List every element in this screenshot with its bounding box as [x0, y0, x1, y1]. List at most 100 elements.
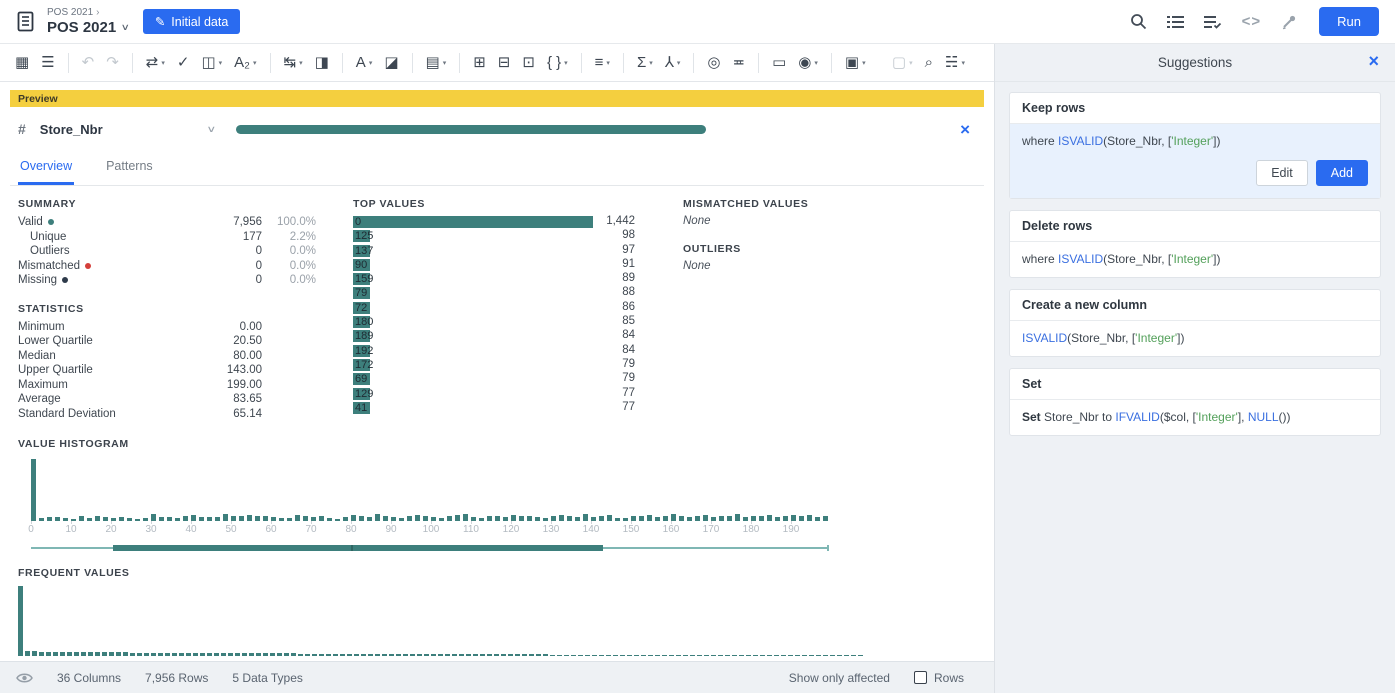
frequent-value-bar[interactable]: [123, 652, 128, 656]
frequent-value-bar[interactable]: [298, 654, 303, 656]
join-icon-button[interactable]: ⅄▾: [660, 51, 686, 75]
close-column-button[interactable]: ×: [960, 121, 970, 138]
settings-sliders-icon-button[interactable]: ☵▾: [940, 51, 970, 75]
data-quality-bar[interactable]: [236, 125, 706, 134]
suggestion-card[interactable]: Create a new columnISVALID(Store_Nbr, ['…: [1009, 289, 1381, 357]
aggregate-icon-button[interactable]: Σ▾: [632, 51, 658, 75]
frequent-value-bar[interactable]: [158, 653, 163, 656]
histogram-bar[interactable]: [583, 514, 588, 521]
frequent-value-bar[interactable]: [732, 655, 737, 656]
frequent-value-bar[interactable]: [837, 655, 842, 656]
histogram-bar[interactable]: [151, 514, 156, 521]
frequent-value-bar[interactable]: [207, 653, 212, 656]
extract-icon-button[interactable]: ◨: [310, 51, 334, 75]
frequent-value-bar[interactable]: [571, 655, 576, 656]
pivot-icon-button[interactable]: ⊞: [468, 51, 491, 75]
frequent-value-bar[interactable]: [781, 655, 786, 656]
top-value-row[interactable]: 12598: [353, 229, 649, 243]
frequent-value-bar[interactable]: [81, 652, 86, 656]
frequent-value-bar[interactable]: [263, 653, 268, 656]
frequent-value-bar[interactable]: [459, 654, 464, 656]
frequent-value-bar[interactable]: [46, 652, 51, 656]
frequent-value-bar[interactable]: [53, 652, 58, 656]
frequent-value-bar[interactable]: [319, 654, 324, 656]
unpivot-icon-button[interactable]: ⊟: [493, 51, 516, 75]
top-value-row[interactable]: 19284: [353, 344, 649, 358]
frequent-value-bar[interactable]: [417, 654, 422, 656]
frequent-value-bar[interactable]: [606, 655, 611, 656]
summary-row[interactable]: Unique1772.2%: [18, 230, 316, 245]
code-icon[interactable]: <>: [1242, 13, 1262, 30]
compare-icon-button[interactable]: ≖: [728, 51, 751, 75]
top-value-row[interactable]: 01,442: [353, 215, 649, 229]
text-format-icon-button[interactable]: A▾: [351, 51, 378, 75]
top-value-row[interactable]: 7988: [353, 286, 649, 300]
frequent-value-bar[interactable]: [424, 654, 429, 656]
histogram-bar[interactable]: [375, 514, 380, 521]
frequent-value-bar[interactable]: [18, 586, 23, 656]
edit-suggestion-button[interactable]: Edit: [1256, 160, 1308, 186]
frequent-value-bar[interactable]: [487, 654, 492, 656]
frequent-value-bar[interactable]: [809, 655, 814, 656]
frequent-value-bar[interactable]: [144, 653, 149, 656]
frequent-value-bar[interactable]: [802, 655, 807, 656]
top-value-row[interactable]: 7286: [353, 301, 649, 315]
top-value-row[interactable]: 17279: [353, 358, 649, 372]
copy-steps-icon-button[interactable]: ▣▾: [840, 51, 871, 75]
frequent-value-bar[interactable]: [501, 654, 506, 656]
top-value-row[interactable]: 12977: [353, 387, 649, 401]
frequent-value-bar[interactable]: [340, 654, 345, 656]
frequent-value-bar[interactable]: [403, 654, 408, 656]
frequent-value-bar[interactable]: [200, 653, 205, 656]
frequent-value-bar[interactable]: [739, 655, 744, 656]
frequent-value-bar[interactable]: [25, 651, 30, 656]
frequent-value-bar[interactable]: [620, 655, 625, 656]
frequent-value-bar[interactable]: [634, 655, 639, 656]
fill-icon-button[interactable]: ◪: [379, 51, 403, 75]
eye-icon[interactable]: [16, 672, 33, 684]
grid-view-icon-button[interactable]: ▦: [10, 51, 34, 75]
frequent-value-bar[interactable]: [102, 652, 107, 656]
frequent-value-bar[interactable]: [648, 655, 653, 656]
frequent-value-bar[interactable]: [256, 653, 261, 656]
frequent-value-bar[interactable]: [760, 655, 765, 656]
braces-icon-button[interactable]: { }▾: [542, 51, 573, 75]
suggestion-card[interactable]: SetSet Store_Nbr to IFVALID($col, ['Inte…: [1009, 368, 1381, 436]
frequent-value-bar[interactable]: [109, 652, 114, 656]
top-value-row[interactable]: 15989: [353, 272, 649, 286]
summary-row[interactable]: Mismatched00.0%: [18, 259, 316, 274]
run-button[interactable]: Run: [1319, 7, 1379, 36]
frequent-value-bar[interactable]: [788, 655, 793, 656]
frequent-value-bar[interactable]: [438, 654, 443, 656]
top-value-row[interactable]: 9091: [353, 258, 649, 272]
frequent-value-bar[interactable]: [130, 653, 135, 656]
frequent-value-bar[interactable]: [725, 655, 730, 656]
validate-icon-button[interactable]: ✓: [172, 51, 195, 75]
split-column-icon-button[interactable]: ◫▾: [196, 51, 227, 75]
frequent-value-bar[interactable]: [270, 653, 275, 656]
frequent-value-bar[interactable]: [543, 654, 548, 656]
tab-overview[interactable]: Overview: [18, 151, 74, 185]
frequent-value-bar[interactable]: [585, 655, 590, 656]
frequent-value-bar[interactable]: [116, 652, 121, 656]
frequent-value-bar[interactable]: [242, 653, 247, 656]
frequent-value-bar[interactable]: [88, 652, 93, 656]
histogram-bar[interactable]: [735, 514, 740, 521]
frequent-value-bar[interactable]: [347, 654, 352, 656]
top-value-row[interactable]: 18085: [353, 315, 649, 329]
histogram-bar[interactable]: [463, 514, 468, 521]
frequent-value-bar[interactable]: [795, 655, 800, 656]
frequent-value-bar[interactable]: [767, 655, 772, 656]
close-suggestions-button[interactable]: ×: [1368, 52, 1379, 70]
breadcrumb[interactable]: POS 2021 ›: [47, 8, 129, 18]
frequent-value-bar[interactable]: [431, 654, 436, 656]
frequent-value-bar[interactable]: [494, 654, 499, 656]
frequent-value-bar[interactable]: [284, 653, 289, 656]
chevron-down-icon[interactable]: ∨: [121, 23, 130, 32]
frequent-value-bar[interactable]: [564, 655, 569, 656]
frequent-value-bar[interactable]: [193, 653, 198, 656]
frequent-value-bar[interactable]: [333, 654, 338, 656]
target-icon-button[interactable]: ◉▾: [793, 51, 823, 75]
frequent-value-bar[interactable]: [823, 655, 828, 656]
frequent-value-bar[interactable]: [536, 654, 541, 656]
